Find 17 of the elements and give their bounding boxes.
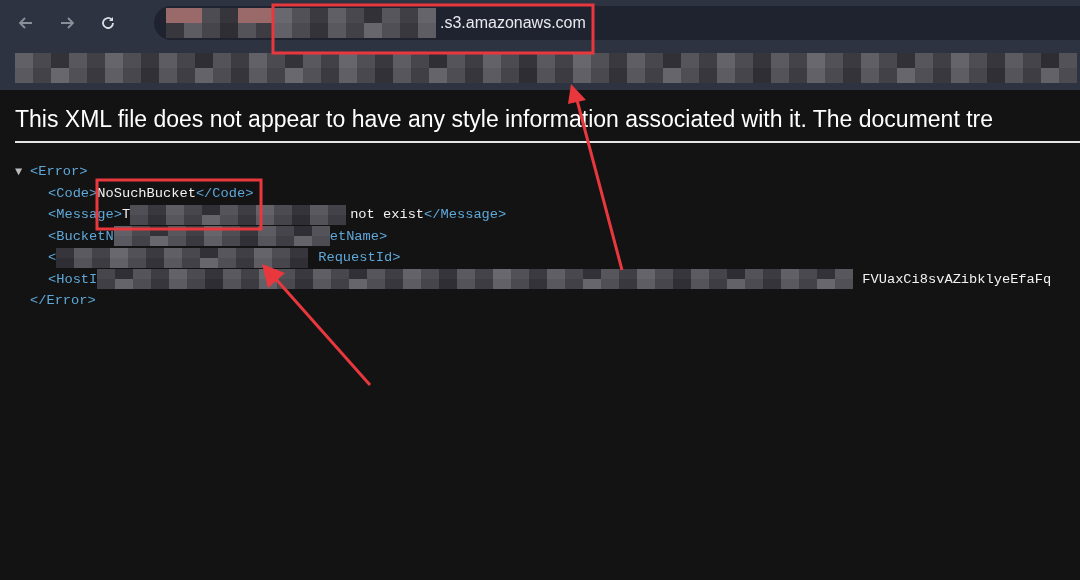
xml-value: T <box>121 207 131 223</box>
xml-tag: <HostI <box>48 271 98 287</box>
xml-value: not exist <box>350 207 425 223</box>
xml-tag: <BucketN <box>48 228 114 244</box>
xml-tag: </Error> <box>30 293 96 309</box>
xml-tag: RequestId> <box>318 250 401 266</box>
xml-tag: </Code> <box>195 185 254 201</box>
xml-value: FVUaxCi8svAZibklyeEfaFq <box>862 271 1052 287</box>
xml-tag: </Message> <box>424 207 507 223</box>
url-text: .s3.amazonaws.com <box>440 13 586 32</box>
xml-value: NoSuchBucket <box>97 185 196 201</box>
xml-tag: <Error> <box>30 164 88 180</box>
xml-tag: etName> <box>329 228 388 244</box>
collapse-toggle[interactable]: ▼ <box>15 164 30 179</box>
address-bar[interactable]: .s3.amazonaws.com <box>154 5 1080 40</box>
xml-tag: <Code> <box>48 185 98 201</box>
xml-tag: < <box>48 250 57 266</box>
